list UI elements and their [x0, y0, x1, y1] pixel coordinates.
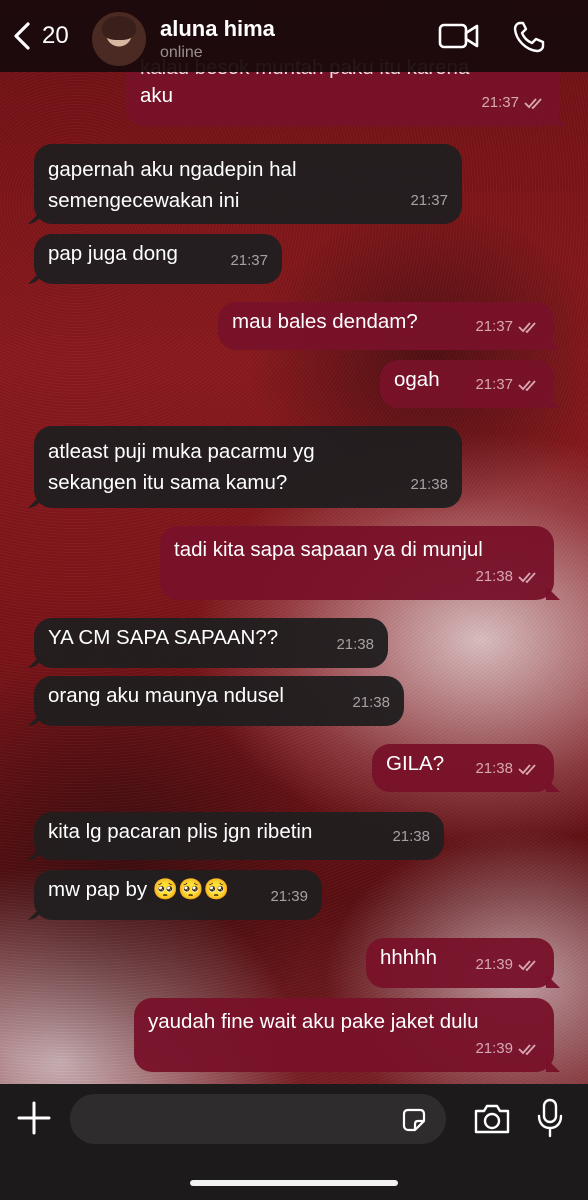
message-text: sekangen itu sama kamu? [48, 471, 288, 494]
double-check-icon [518, 1043, 536, 1055]
message-meta: 21:37 [475, 311, 540, 342]
message-time: 21:37 [410, 192, 448, 209]
microphone-icon[interactable] [536, 1098, 564, 1138]
home-indicator[interactable] [190, 1180, 398, 1186]
message-time: 21:39 [475, 1040, 513, 1057]
double-check-icon [518, 959, 536, 971]
message-text: kita lg pacaran plis jgn ribetin [48, 820, 313, 843]
message-meta: 21:38 [352, 687, 390, 718]
message-text: mw pap by 🥺🥺🥺 [48, 878, 230, 901]
message-time: 21:39 [270, 888, 308, 905]
message-time: 21:37 [475, 318, 513, 335]
message-bubble-incoming[interactable]: mw pap by 🥺🥺🥺 21:39 [34, 870, 322, 920]
message-text: YA CM SAPA SAPAAN?? [48, 626, 279, 649]
message-time: 21:39 [475, 956, 513, 973]
double-check-icon [524, 97, 542, 109]
message-text: semengecewakan ini [48, 189, 240, 212]
unread-count: 20 [42, 22, 69, 49]
message-meta: 21:37 [481, 87, 546, 118]
back-button[interactable]: 20 [10, 20, 69, 52]
message-meta: 21:37 [410, 185, 448, 216]
message-meta: 21:37 [475, 369, 540, 400]
message-text: gapernah aku ngadepin hal [48, 158, 297, 181]
message-bubble-incoming[interactable]: gapernah aku ngadepin hal semengecewakan… [34, 144, 462, 224]
message-meta: 21:38 [410, 469, 448, 500]
chat-header: 20 aluna hima online [0, 0, 588, 72]
message-time: 21:38 [336, 636, 374, 653]
message-meta: 21:39 [475, 949, 540, 980]
message-text: orang aku maunya ndusel [48, 684, 284, 707]
message-bubble-incoming[interactable]: YA CM SAPA SAPAAN?? 21:38 [34, 618, 388, 668]
phone-icon[interactable] [512, 20, 546, 54]
message-bubble-outgoing[interactable]: hhhhh 21:39 [366, 938, 554, 988]
message-meta: 21:39 [270, 881, 308, 912]
message-time: 21:37 [475, 376, 513, 393]
message-time: 21:38 [475, 760, 513, 777]
message-bubble-outgoing[interactable]: mau bales dendam? 21:37 [218, 302, 554, 350]
message-time: 21:38 [475, 568, 513, 585]
double-check-icon [518, 571, 536, 583]
message-bubble-outgoing[interactable]: tadi kita sapa sapaan ya di munjul 21:38 [160, 526, 554, 600]
message-meta: 21:37 [230, 245, 268, 276]
message-bubble-incoming[interactable]: pap juga dong 21:37 [34, 234, 282, 284]
video-call-icon[interactable] [438, 20, 480, 52]
message-time: 21:38 [352, 694, 390, 711]
contact-status: online [160, 44, 203, 61]
camera-icon[interactable] [472, 1102, 512, 1136]
message-time: 21:38 [392, 828, 430, 845]
message-meta: 21:38 [475, 753, 540, 784]
composer-bar [0, 1084, 588, 1200]
message-meta: 21:39 [475, 1033, 540, 1064]
message-bubble-outgoing[interactable]: yaudah fine wait aku pake jaket dulu 21:… [134, 998, 554, 1072]
double-check-icon [518, 763, 536, 775]
message-meta: 21:38 [475, 561, 540, 592]
double-check-icon [518, 321, 536, 333]
message-time: 21:38 [410, 476, 448, 493]
message-meta: 21:38 [392, 821, 430, 852]
message-bubble-outgoing[interactable]: ogah 21:37 [380, 360, 554, 408]
message-bubble-outgoing[interactable]: GILA? 21:38 [372, 744, 554, 792]
message-time: 21:37 [481, 94, 519, 111]
message-time: 21:37 [230, 252, 268, 269]
contact-name[interactable]: aluna hima [160, 16, 275, 42]
message-bubble-incoming[interactable]: kita lg pacaran plis jgn ribetin 21:38 [34, 812, 444, 860]
message-text: atleast puji muka pacarmu yg [48, 440, 315, 463]
message-bubble-incoming[interactable]: atleast puji muka pacarmu yg sekangen it… [34, 426, 462, 508]
sticker-icon[interactable] [400, 1106, 428, 1134]
message-meta: 21:38 [336, 629, 374, 660]
plus-icon[interactable] [16, 1100, 52, 1136]
avatar[interactable] [92, 12, 146, 66]
message-input[interactable] [70, 1094, 446, 1144]
message-bubble-incoming[interactable]: orang aku maunya ndusel 21:38 [34, 676, 404, 726]
chevron-left-icon [14, 22, 30, 50]
double-check-icon [518, 379, 536, 391]
